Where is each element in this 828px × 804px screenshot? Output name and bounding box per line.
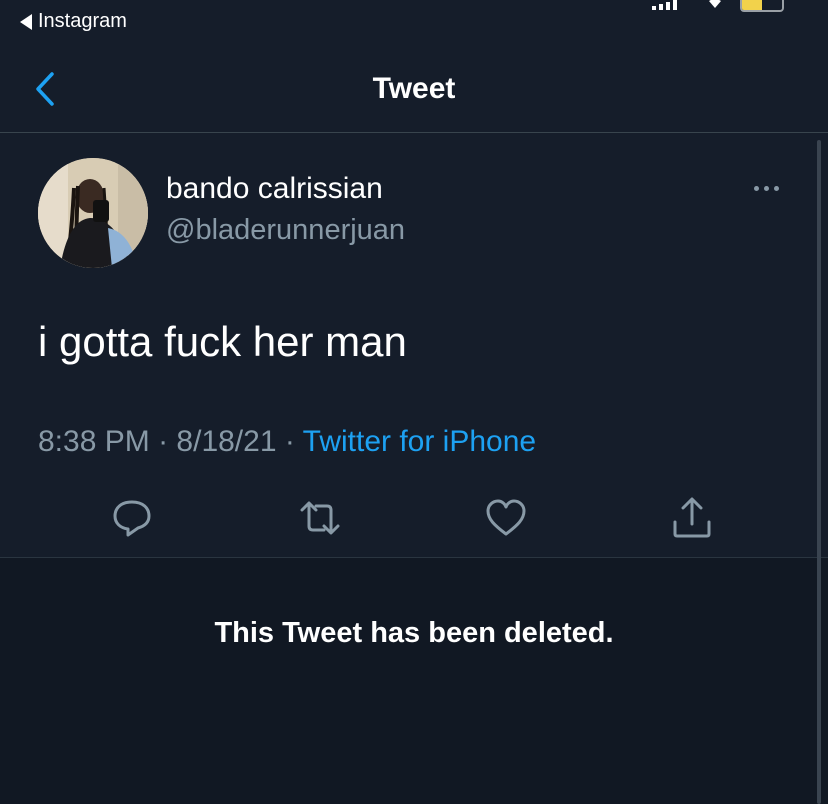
deleted-tweet-notice: This Tweet has been deleted. bbox=[214, 617, 614, 649]
tweet-action-bar bbox=[0, 496, 828, 540]
share-icon[interactable] bbox=[670, 496, 714, 540]
scrollbar[interactable] bbox=[817, 140, 821, 804]
meta-separator: · bbox=[284, 425, 295, 458]
wifi-icon bbox=[709, 0, 721, 8]
user-handle[interactable]: @bladerunnerjuan bbox=[166, 214, 405, 247]
display-name[interactable]: bando calrissian bbox=[166, 172, 383, 206]
deleted-tweet-area bbox=[0, 558, 828, 804]
page-title: Tweet bbox=[372, 72, 456, 105]
tweet-text: i gotta fuck her man bbox=[38, 318, 407, 365]
back-triangle-icon bbox=[20, 13, 32, 30]
tweet-time: 8:38 PM bbox=[38, 425, 150, 458]
heart-icon[interactable] bbox=[484, 496, 528, 540]
cellular-signal-icon bbox=[652, 0, 677, 10]
avatar[interactable] bbox=[38, 158, 148, 268]
battery-icon bbox=[740, 0, 784, 12]
status-bar: Instagram bbox=[0, 0, 828, 48]
divider bbox=[0, 132, 828, 133]
back-to-app-button[interactable]: Instagram bbox=[20, 10, 127, 33]
more-options-icon[interactable] bbox=[754, 186, 786, 196]
back-app-label: Instagram bbox=[38, 10, 127, 32]
reply-icon[interactable] bbox=[110, 496, 154, 540]
tweet-metadata: 8:38 PM · 8/18/21 · Twitter for iPhone bbox=[38, 425, 536, 459]
tweet-date: 8/18/21 bbox=[176, 425, 277, 458]
tweet-source-link[interactable]: Twitter for iPhone bbox=[303, 425, 536, 458]
meta-separator: · bbox=[158, 425, 169, 458]
retweet-icon[interactable] bbox=[298, 496, 342, 540]
